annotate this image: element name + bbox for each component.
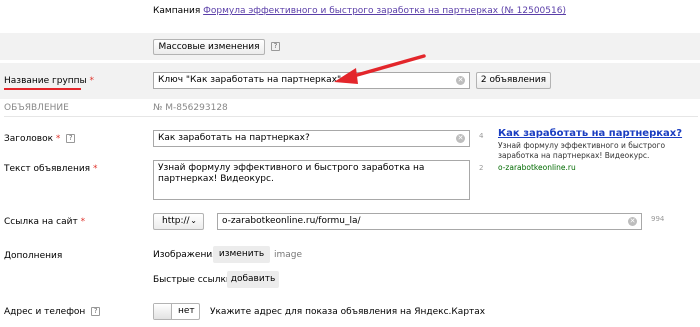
- title-counter: 4: [479, 132, 484, 140]
- ad-text-area[interactable]: Узнай формулу эффективного и быстрого за…: [153, 160, 470, 200]
- sitelinks-label: Быстрые ссылки: [153, 275, 232, 285]
- address-label: Адрес и телефон ?: [4, 307, 101, 317]
- url-label: Ссылка на сайт *: [4, 217, 86, 227]
- mass-changes-button[interactable]: Массовые изменения: [153, 39, 265, 55]
- toggle-label: нет: [178, 306, 195, 316]
- title-label: Заголовок * ?: [4, 134, 76, 144]
- extras-label: Дополнения: [4, 251, 63, 261]
- preview-text: Узнай формулу эффективного и быстрого за…: [498, 141, 666, 160]
- url-clear-icon[interactable]: ✕: [628, 217, 637, 226]
- preview-domain: o-zarabotkeonline.ru: [498, 163, 576, 172]
- group-ads-button[interactable]: 2 объявления: [476, 72, 551, 89]
- group-label: Название группы *: [4, 76, 95, 86]
- ad-text-counter: 2: [479, 164, 484, 172]
- chevron-down-icon: ⌄: [190, 216, 197, 225]
- mass-changes-help-icon[interactable]: ?: [271, 42, 280, 51]
- images-label: Изображения: [153, 250, 218, 260]
- images-row: Изображения: [153, 250, 218, 260]
- red-arrow-annotation: [334, 54, 426, 84]
- images-value: image: [274, 250, 303, 260]
- group-label-underline: [4, 88, 81, 90]
- campaign-line: Кампания Формула эффективного и быстрого…: [153, 6, 566, 16]
- title-help-icon[interactable]: ?: [66, 134, 76, 143]
- ad-section-heading: ОБЪЯВЛЕНИЕ: [4, 103, 69, 113]
- ad-title-input[interactable]: Как заработать на партнерках?: [153, 130, 470, 147]
- images-change-button[interactable]: изменить: [213, 246, 270, 263]
- address-toggle[interactable]: нет: [153, 303, 200, 320]
- ad-text-label: Текст объявления *: [4, 164, 98, 174]
- url-input[interactable]: o-zarabotkeonline.ru/formu_la/: [217, 213, 642, 230]
- title-required-mark: *: [55, 134, 61, 144]
- campaign-link[interactable]: Формула эффективного и быстрого заработк…: [203, 6, 566, 16]
- sitelinks-add-button[interactable]: добавить: [227, 271, 279, 288]
- address-help-icon[interactable]: ?: [91, 307, 101, 316]
- arrow-head: [334, 68, 358, 84]
- campaign-prefix: Кампания: [153, 6, 201, 16]
- ad-number: № M-856293128: [153, 103, 228, 113]
- ad-section-divider: [4, 116, 698, 117]
- ad-preview: Как заработать на партнерках? Узнай форм…: [498, 128, 698, 172]
- url-required-mark: *: [80, 217, 86, 227]
- address-hint: Укажите адрес для показа объявления на Я…: [210, 307, 486, 317]
- toggle-knob: [154, 304, 172, 319]
- preview-title[interactable]: Как заработать на партнерках?: [498, 128, 698, 139]
- arrow-shaft: [348, 54, 426, 79]
- ad-text-required-mark: *: [92, 164, 98, 174]
- group-required-mark: *: [89, 76, 95, 86]
- protocol-select[interactable]: http:// ⌄: [153, 213, 204, 230]
- protocol-value: http://: [162, 216, 190, 226]
- url-counter: 994: [651, 215, 665, 223]
- group-clear-icon[interactable]: ✕: [456, 76, 465, 85]
- title-clear-icon[interactable]: ✕: [456, 134, 465, 143]
